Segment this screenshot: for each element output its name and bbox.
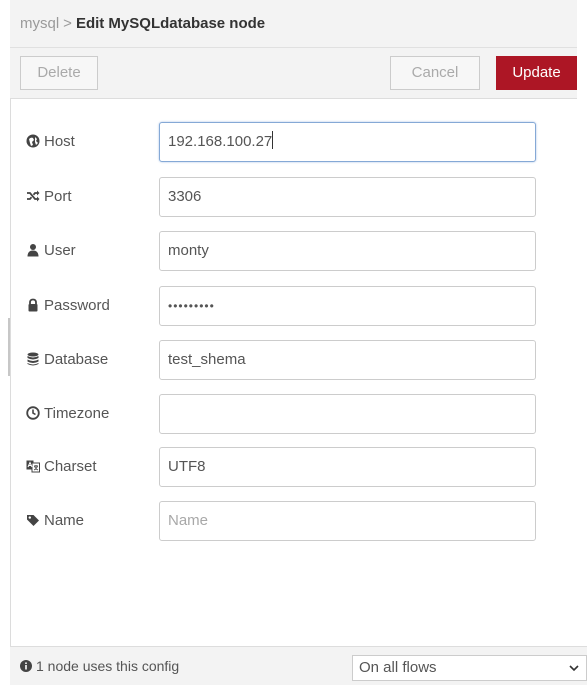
user-label: User: [26, 231, 76, 271]
database-label-text: Database: [44, 351, 109, 368]
usage-info: 1 node uses this config: [20, 647, 179, 685]
update-button[interactable]: Update: [496, 56, 577, 90]
user-value: monty: [168, 242, 209, 259]
name-placeholder: Name: [168, 512, 209, 529]
tray-footer: 1 node uses this config On all flows: [10, 646, 587, 685]
database-label: Database: [26, 340, 108, 380]
form-row-port: Port 3306: [10, 177, 577, 217]
form-row-user: User monty: [10, 231, 577, 271]
name-label-text: Name: [44, 512, 85, 529]
host-label-text: Host: [44, 133, 75, 150]
database-input[interactable]: test_shema: [159, 340, 536, 380]
scope-select-value: On all flows: [359, 659, 437, 676]
port-label-text: Port: [44, 188, 72, 205]
charset-label: Charset: [26, 447, 97, 487]
password-label: Password: [26, 286, 110, 326]
scope-select[interactable]: On all flows: [352, 655, 587, 681]
port-input[interactable]: 3306: [159, 177, 536, 217]
form-row-host: Host 192.168.100.27: [10, 122, 577, 162]
host-input[interactable]: 192.168.100.27: [159, 122, 536, 162]
password-value: •••••••••: [168, 299, 215, 313]
form-row-charset: Charset UTF8: [10, 447, 577, 487]
timezone-label-text: Timezone: [44, 405, 110, 422]
page-title: Edit MySQLdatabase node: [75, 15, 266, 32]
name-input[interactable]: Name: [159, 501, 536, 541]
tray-toolbar: Delete Cancel Update: [10, 48, 577, 99]
info-icon: [20, 660, 32, 672]
form-row-database: Database test_shema: [10, 340, 577, 380]
database-icon: [27, 352, 39, 366]
language-icon: [26, 460, 40, 473]
delete-button[interactable]: Delete: [20, 56, 98, 90]
cancel-button[interactable]: Cancel: [390, 56, 480, 90]
lock-icon: [28, 298, 38, 312]
clock-icon: [26, 406, 40, 420]
charset-label-text: Charset: [44, 458, 97, 475]
password-input[interactable]: •••••••••: [159, 286, 536, 326]
breadcrumb-separator: >: [63, 15, 72, 32]
random-icon: [27, 190, 40, 202]
timezone-label: Timezone: [26, 394, 109, 434]
port-label: Port: [26, 177, 72, 217]
globe-icon: [26, 134, 40, 148]
user-input[interactable]: monty: [159, 231, 536, 271]
port-value: 3306: [168, 188, 202, 205]
charset-value: UTF8: [168, 458, 206, 475]
breadcrumb: mysql > Edit MySQLdatabase node: [10, 0, 577, 48]
user-label-text: User: [44, 242, 76, 259]
password-label-text: Password: [44, 297, 110, 314]
form-row-timezone: Timezone: [10, 394, 577, 434]
form-row-name: Name Name: [10, 501, 577, 541]
name-label: Name: [26, 501, 84, 541]
user-icon: [27, 244, 39, 257]
timezone-input[interactable]: [159, 394, 536, 434]
charset-input[interactable]: UTF8: [159, 447, 536, 487]
host-label: Host: [26, 122, 75, 162]
breadcrumb-parent[interactable]: mysql: [20, 15, 59, 32]
host-value: 192.168.100.27: [168, 133, 273, 150]
text-cursor: [272, 131, 274, 149]
database-value: test_shema: [168, 351, 246, 368]
chevron-down-icon: [569, 665, 579, 672]
form-row-password: Password •••••••••: [10, 286, 577, 326]
usage-info-text: 1 node uses this config: [36, 658, 180, 674]
tag-icon: [27, 515, 39, 526]
